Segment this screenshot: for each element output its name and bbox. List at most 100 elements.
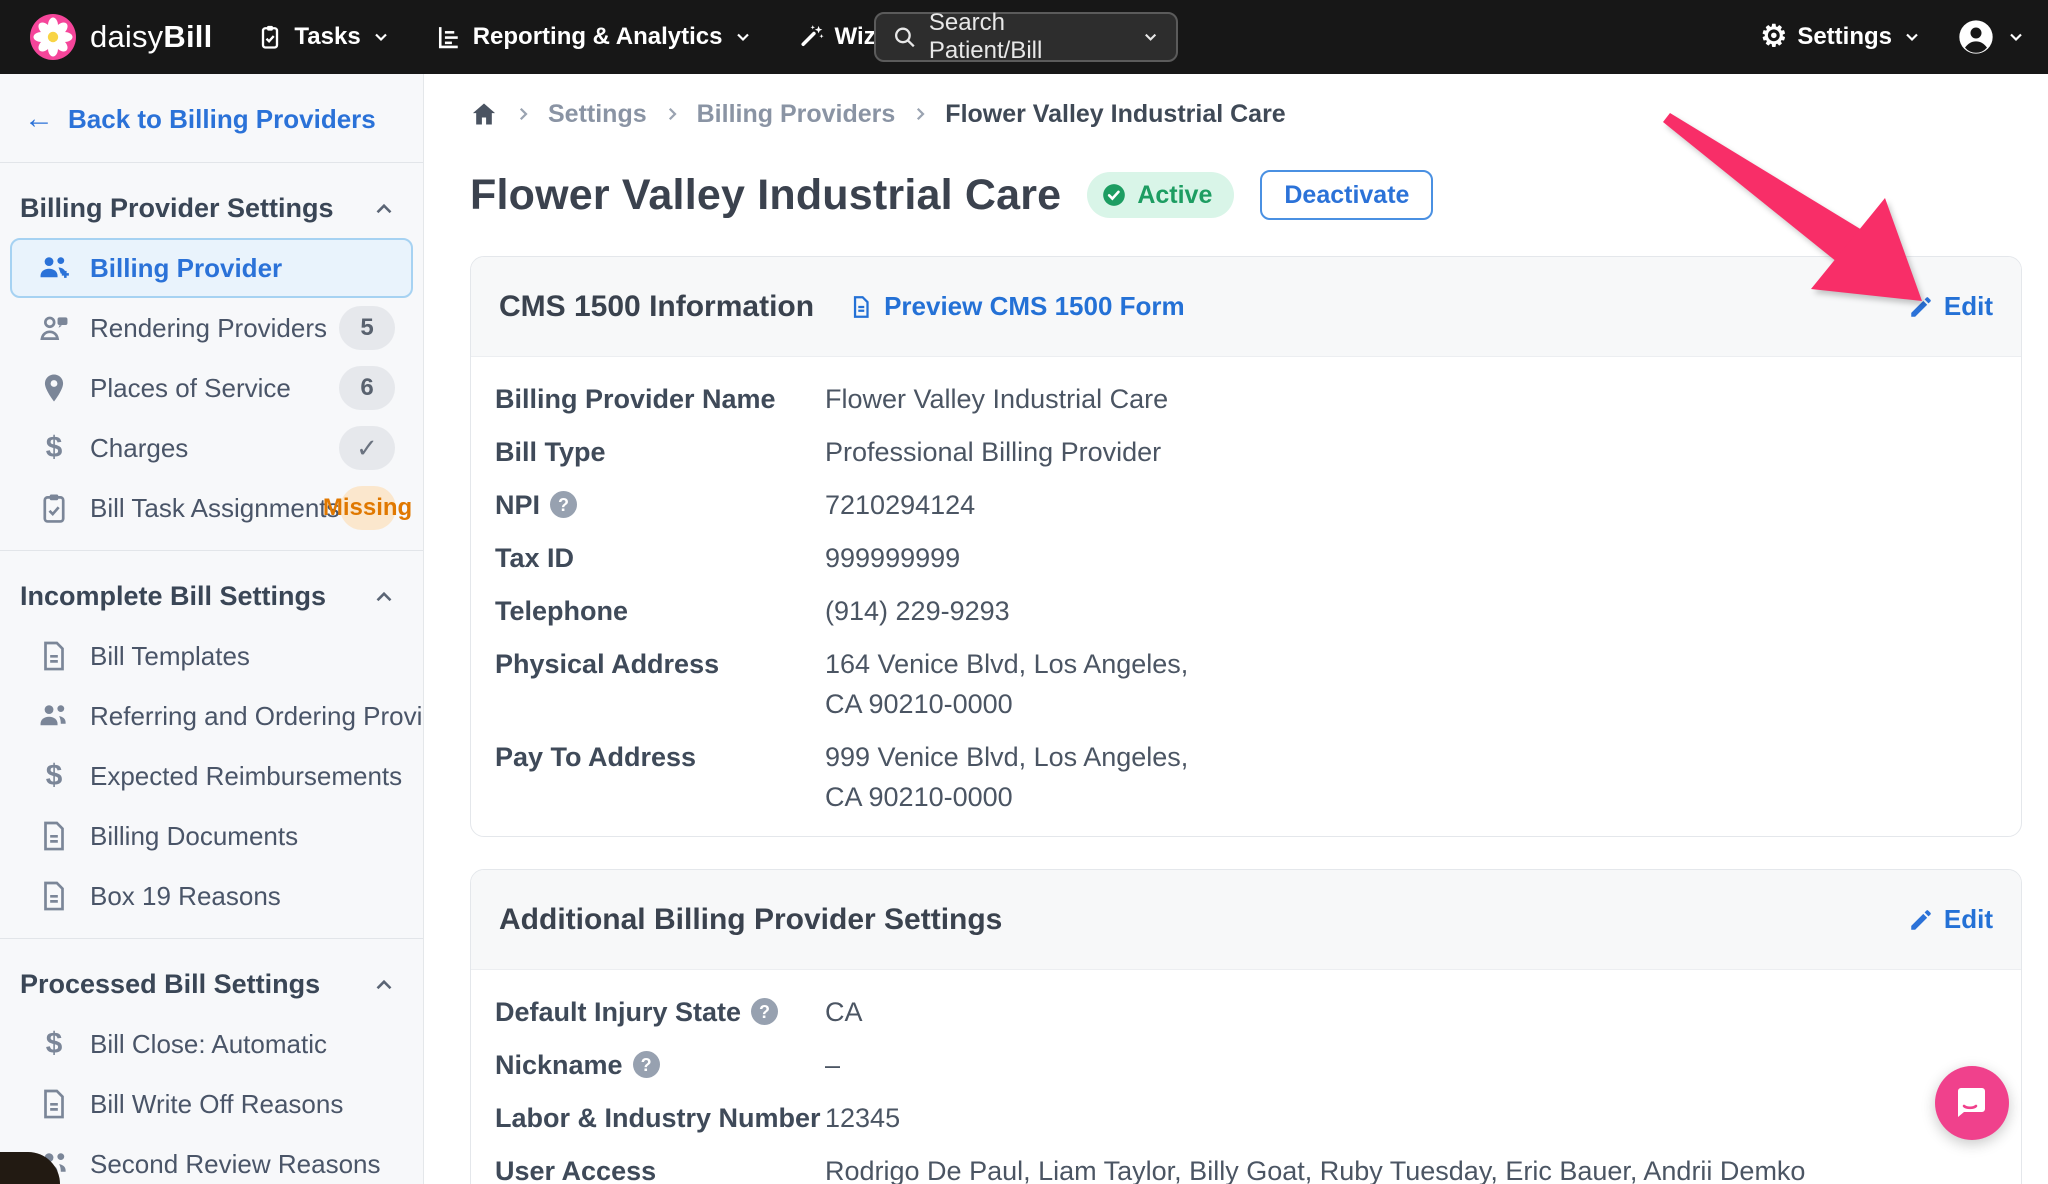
deactivate-button[interactable]: Deactivate [1260, 170, 1433, 220]
document-icon [848, 294, 874, 320]
wizard-icon [797, 23, 825, 51]
sidebar-section-incomplete-bill-settings[interactable]: Incomplete Bill Settings [0, 561, 423, 626]
card-title: Additional Billing Provider Settings [499, 903, 1002, 937]
additional-settings-card-header: Additional Billing Provider Settings Edi… [471, 870, 2021, 970]
sidebar-item-bill-close-automatic[interactable]: $ Bill Close: Automatic [10, 1014, 413, 1074]
daisybill-logo-icon [30, 14, 76, 60]
navbar-menus: Tasks Reporting & Analytics Wizard [256, 23, 943, 51]
svg-text:$: $ [46, 431, 63, 464]
sidebar-item-rendering-providers[interactable]: Rendering Providers 5 [10, 298, 413, 358]
tasks-icon [256, 23, 284, 51]
document-icon [34, 1087, 74, 1121]
field-tax-id: Tax ID 999999999 [495, 538, 1993, 578]
cms-1500-card-header: CMS 1500 Information Preview CMS 1500 Fo… [471, 257, 2021, 357]
sidebar-item-referring-and-ordering-providers[interactable]: Referring and Ordering Providers [10, 686, 413, 746]
pencil-icon [1908, 294, 1934, 320]
check-circle-icon [1101, 182, 1127, 208]
breadcrumb-settings[interactable]: Settings [548, 100, 647, 129]
cms-1500-card: CMS 1500 Information Preview CMS 1500 Fo… [470, 256, 2022, 837]
provider-chat-icon [34, 311, 74, 345]
main-content: Settings Billing Providers Flower Valley… [424, 74, 2048, 1184]
sidebar-item-places-of-service[interactable]: Places of Service 6 [10, 358, 413, 418]
gear-icon: ⚙ [1760, 22, 1787, 52]
sidebar-item-bill-write-off-reasons[interactable]: Bill Write Off Reasons [10, 1074, 413, 1134]
chat-bubble-icon [1953, 1084, 1991, 1122]
sidebar-item-expected-reimbursements[interactable]: $ Expected Reimbursements [10, 746, 413, 806]
search-icon [892, 24, 917, 50]
chevron-down-icon [733, 27, 753, 47]
count-badge: 5 [339, 306, 395, 350]
field-default-injury-state: Default Injury State? CA [495, 992, 1993, 1032]
chevron-down-icon [1902, 27, 1922, 47]
location-pin-icon [34, 371, 74, 405]
field-npi: NPI? 7210294124 [495, 485, 1993, 525]
people-icon [34, 699, 74, 733]
additional-edit-link[interactable]: Edit [1908, 904, 1993, 935]
help-icon[interactable]: ? [550, 491, 577, 518]
count-badge: 6 [339, 366, 395, 410]
status-badge-active: Active [1087, 172, 1234, 218]
sidebar-item-billing-provider[interactable]: Billing Provider [10, 238, 413, 298]
account-menu[interactable] [1956, 17, 2026, 57]
settings-sidebar: ← Back to Billing Providers Billing Prov… [0, 74, 424, 1184]
brand-wordmark: daisyBill [90, 19, 212, 55]
search-patient-bill[interactable]: Search Patient/Bill [874, 12, 1178, 62]
svg-text:$: $ [46, 1027, 63, 1060]
back-to-billing-providers-link[interactable]: ← Back to Billing Providers [0, 74, 423, 162]
daisybill-brand[interactable]: daisyBill [30, 14, 212, 60]
field-telephone: Telephone (914) 229-9293 [495, 591, 1993, 631]
field-pay-to-address: Pay To Address 999 Venice Blvd, Los Ange… [495, 737, 1993, 817]
chevron-right-icon [911, 105, 929, 123]
help-icon[interactable]: ? [633, 1051, 660, 1078]
breadcrumb-billing-providers[interactable]: Billing Providers [697, 100, 896, 129]
field-billing-provider-name: Billing Provider Name Flower Valley Indu… [495, 379, 1993, 419]
sidebar-item-box-19-reasons[interactable]: Box 19 Reasons [10, 866, 413, 926]
field-bill-type: Bill Type Professional Billing Provider [495, 432, 1993, 472]
preview-cms-1500-link[interactable]: Preview CMS 1500 Form [848, 291, 1185, 322]
chevron-right-icon [514, 105, 532, 123]
top-navbar: daisyBill Tasks Reporting & Analytics Wi [0, 0, 2048, 74]
back-arrow-icon: ← [24, 102, 54, 136]
nav-menu-settings[interactable]: ⚙ Settings [1760, 22, 1922, 52]
chevron-right-icon [663, 105, 681, 123]
document-icon [34, 819, 74, 853]
search-label: Search Patient/Bill [929, 9, 1117, 65]
pencil-icon [1908, 907, 1934, 933]
dollar-icon: $ [34, 1027, 74, 1061]
sidebar-item-billing-documents[interactable]: Billing Documents [10, 806, 413, 866]
sidebar-section-processed-bill-settings[interactable]: Processed Bill Settings [0, 949, 423, 1014]
card-title: CMS 1500 Information [499, 290, 814, 324]
user-avatar-icon [1956, 17, 1996, 57]
sidebar-item-second-review-reasons[interactable]: Second Review Reasons [10, 1134, 413, 1184]
chevron-down-icon [371, 27, 391, 47]
field-physical-address: Physical Address 164 Venice Blvd, Los An… [495, 644, 1993, 724]
navbar-right: ⚙ Settings [1760, 0, 2026, 74]
clipboard-check-icon [34, 491, 74, 525]
reporting-icon [435, 23, 463, 51]
page-title: Flower Valley Industrial Care [470, 171, 1061, 220]
sidebar-item-charges[interactable]: $ Charges ✓ [10, 418, 413, 478]
missing-badge: Missing [340, 486, 396, 530]
nav-menu-reporting[interactable]: Reporting & Analytics [435, 23, 753, 51]
document-icon [34, 639, 74, 673]
sidebar-item-bill-task-assignments[interactable]: Bill Task Assignments Missing [10, 478, 413, 538]
dollar-icon: $ [34, 431, 74, 465]
help-icon[interactable]: ? [751, 998, 778, 1025]
breadcrumb: Settings Billing Providers Flower Valley… [470, 98, 2022, 130]
sidebar-item-bill-templates[interactable]: Bill Templates [10, 626, 413, 686]
dollar-icon: $ [34, 759, 74, 793]
field-nickname: Nickname? – [495, 1045, 1993, 1085]
nav-menu-tasks[interactable]: Tasks [256, 23, 390, 51]
chevron-up-icon [371, 196, 397, 222]
svg-text:$: $ [46, 759, 63, 792]
people-plus-icon [34, 251, 74, 285]
home-icon[interactable] [470, 100, 498, 128]
chat-launcher-button[interactable] [1935, 1066, 2009, 1140]
sidebar-section-billing-provider-settings[interactable]: Billing Provider Settings [0, 173, 423, 238]
cms-edit-link[interactable]: Edit [1908, 291, 1993, 322]
chevron-down-icon [1141, 27, 1160, 47]
check-badge: ✓ [339, 426, 395, 470]
chevron-up-icon [371, 584, 397, 610]
chevron-up-icon [371, 972, 397, 998]
chevron-down-icon [2006, 27, 2026, 47]
